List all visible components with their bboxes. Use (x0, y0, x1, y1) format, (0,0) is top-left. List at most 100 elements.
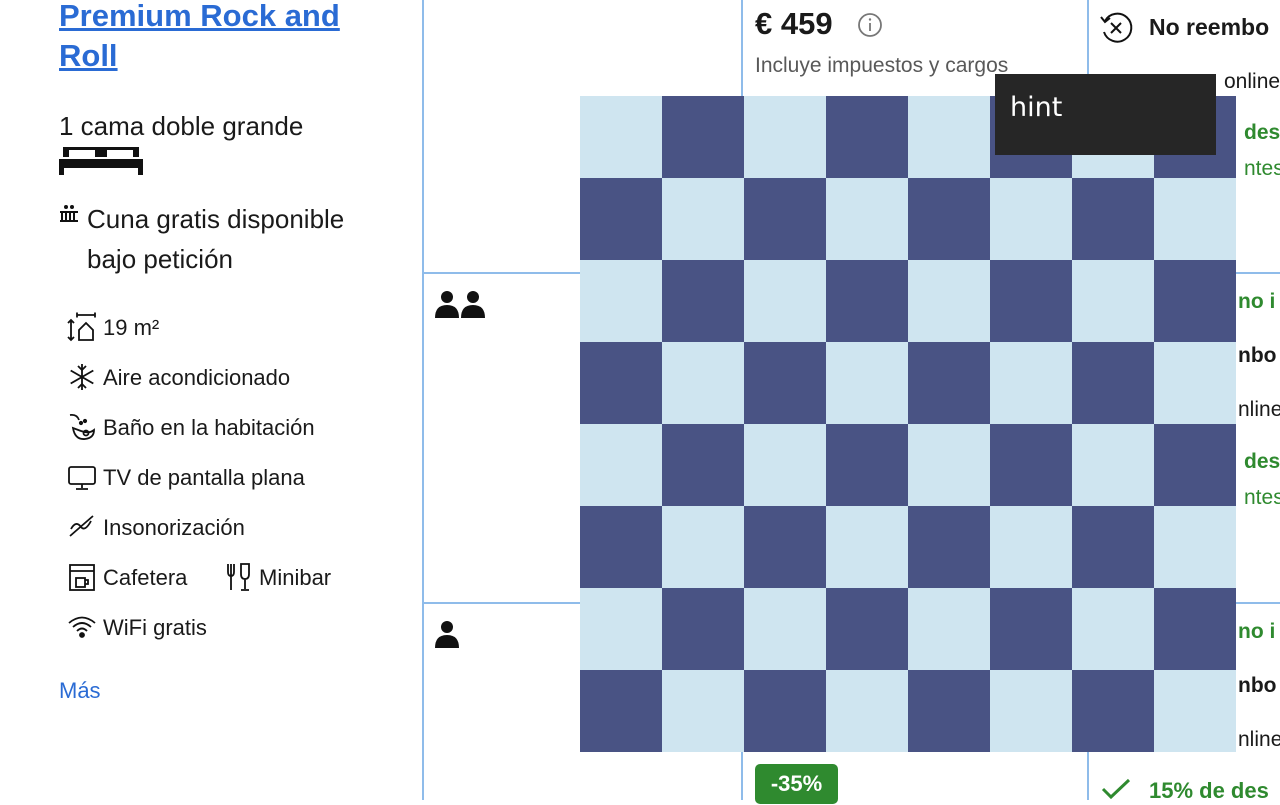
amenity-size: 19 m² (103, 315, 160, 340)
board-square[interactable] (744, 424, 826, 506)
board-square[interactable] (1154, 506, 1236, 588)
board-square[interactable] (580, 96, 662, 178)
bed-type: 1 cama doble grande (59, 111, 304, 141)
board-square[interactable] (990, 342, 1072, 424)
board-square[interactable] (908, 342, 990, 424)
tv-icon (67, 462, 97, 492)
policy-refund-title: nbo (1238, 674, 1277, 697)
board-square[interactable] (990, 424, 1072, 506)
coffee-maker-icon (67, 562, 97, 592)
board-square[interactable] (1154, 424, 1236, 506)
policy-discount-text: 15% de des (1149, 778, 1269, 803)
policy-pay-online: nline (1238, 728, 1280, 751)
bathtub-icon (67, 412, 97, 442)
amenity-tv: TV de pantalla plana (103, 465, 305, 490)
board-square[interactable] (826, 260, 908, 342)
policy-note-link[interactable]: ntes (1244, 486, 1280, 510)
board-square[interactable] (744, 96, 826, 178)
board-square[interactable] (826, 588, 908, 670)
non-refundable-icon (1099, 11, 1135, 50)
board-square[interactable] (908, 588, 990, 670)
board-square[interactable] (990, 670, 1072, 752)
bed-icon (59, 147, 143, 180)
board-square[interactable] (908, 506, 990, 588)
policy-discount-text: des (1244, 450, 1280, 473)
board-square[interactable] (1154, 178, 1236, 260)
board-square[interactable] (662, 260, 744, 342)
board-square[interactable] (1072, 178, 1154, 260)
board-square[interactable] (826, 178, 908, 260)
board-square[interactable] (744, 342, 826, 424)
board-square[interactable] (990, 178, 1072, 260)
board-square[interactable] (580, 342, 662, 424)
room-title-link[interactable]: Premium Rock and Roll (59, 0, 399, 76)
board-square[interactable] (1072, 588, 1154, 670)
policy-discount-text: des (1244, 121, 1280, 144)
board-square[interactable] (1154, 260, 1236, 342)
board-square[interactable] (908, 96, 990, 178)
room-size-icon (67, 312, 97, 342)
board-square[interactable] (580, 588, 662, 670)
board-square[interactable] (826, 96, 908, 178)
board-square[interactable] (1072, 260, 1154, 342)
board-square[interactable] (1154, 670, 1236, 752)
price-amount: € 459 (755, 6, 833, 41)
discount-badge: -35% (755, 764, 838, 804)
board-square[interactable] (662, 342, 744, 424)
board-square[interactable] (990, 506, 1072, 588)
board-square[interactable] (662, 506, 744, 588)
board-square[interactable] (1154, 342, 1236, 424)
crib-availability: Cuna gratis disponible bajo petición (87, 204, 345, 274)
board-square[interactable] (580, 424, 662, 506)
checkmark-icon (1101, 778, 1131, 805)
board-square[interactable] (662, 96, 744, 178)
board-square[interactable] (1072, 342, 1154, 424)
board-square[interactable] (908, 424, 990, 506)
board-square[interactable] (744, 588, 826, 670)
board-square[interactable] (662, 588, 744, 670)
board-square[interactable] (580, 506, 662, 588)
board-square[interactable] (580, 670, 662, 752)
amenity-coffee: Cafetera (103, 565, 188, 590)
policy-refund-title: nbo (1238, 344, 1277, 367)
board-square[interactable] (826, 670, 908, 752)
board-square[interactable] (744, 670, 826, 752)
amenity-soundproofing: Insonorización (103, 515, 245, 540)
board-square[interactable] (1154, 588, 1236, 670)
board-square[interactable] (990, 588, 1072, 670)
board-square[interactable] (744, 506, 826, 588)
taxes-note: Incluye impuestos y cargos (755, 54, 1009, 77)
one-guest-icon (435, 620, 461, 655)
board-square[interactable] (1072, 506, 1154, 588)
policy-free-cancel: no i (1238, 290, 1276, 313)
board-square[interactable] (744, 178, 826, 260)
amenity-ac: Aire acondicionado (103, 365, 291, 390)
board-square[interactable] (580, 260, 662, 342)
wifi-icon (67, 612, 97, 642)
board-square[interactable] (1072, 670, 1154, 752)
column-divider (422, 0, 424, 800)
policy-note-link[interactable]: ntes (1244, 157, 1280, 181)
policy-pay-online: online (1224, 70, 1280, 93)
board-square[interactable] (662, 670, 744, 752)
board-square[interactable] (662, 424, 744, 506)
board-square[interactable] (662, 178, 744, 260)
policy-title: No reembo (1149, 14, 1270, 40)
board-square[interactable] (826, 506, 908, 588)
policy-free-cancel: no i (1238, 620, 1276, 643)
info-icon[interactable] (857, 12, 883, 43)
checkerboard-overlay[interactable] (580, 96, 1238, 754)
board-square[interactable] (908, 178, 990, 260)
board-square[interactable] (826, 342, 908, 424)
board-square[interactable] (826, 424, 908, 506)
more-amenities-link[interactable]: Más (59, 678, 101, 704)
hint-tooltip: hint (995, 74, 1216, 155)
board-square[interactable] (580, 178, 662, 260)
board-square[interactable] (1072, 424, 1154, 506)
amenity-wifi: WiFi gratis (103, 615, 207, 640)
board-square[interactable] (908, 670, 990, 752)
board-square[interactable] (990, 260, 1072, 342)
crib-icon (59, 203, 79, 228)
board-square[interactable] (744, 260, 826, 342)
board-square[interactable] (908, 260, 990, 342)
